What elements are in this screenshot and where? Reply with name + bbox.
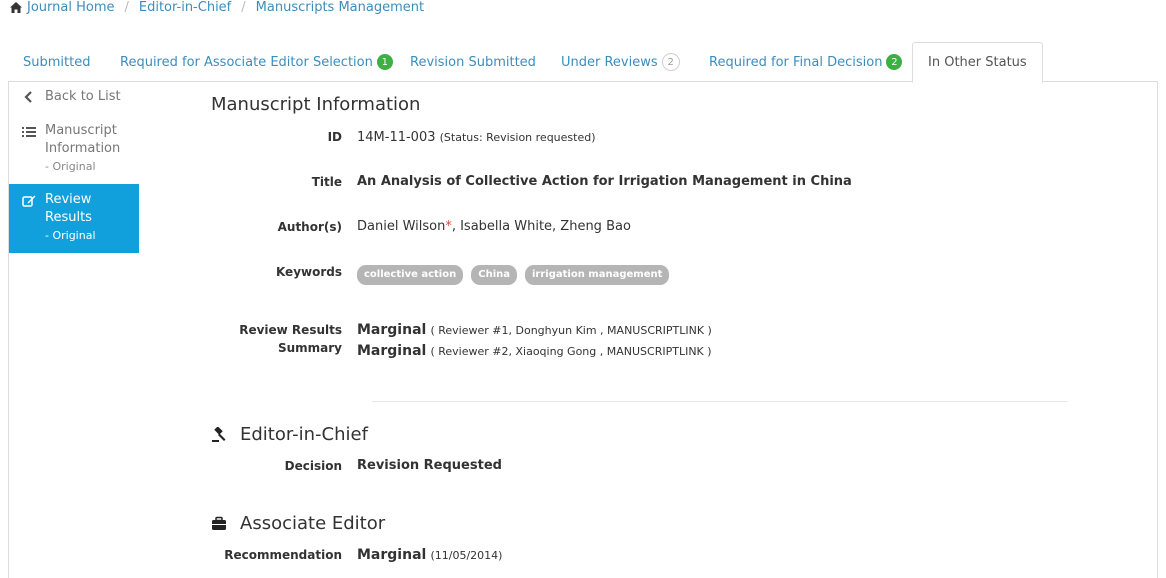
sidebar-item-review-results[interactable]: Review Results - Original xyxy=(9,184,139,253)
keyword-tag: collective action xyxy=(357,265,464,285)
tab-revision-submitted[interactable]: Revision Submitted xyxy=(410,42,536,82)
sidebar-item-manuscript-information[interactable]: Manuscript Information - Original xyxy=(9,114,139,184)
recommendation-result: Marginal xyxy=(357,547,427,563)
review-results-summary-label: Review Results Summary xyxy=(239,321,342,357)
sidebar-label: Review xyxy=(45,192,92,207)
briefcase-icon xyxy=(212,516,226,530)
review-result: Marginal xyxy=(357,343,427,359)
breadcrumb: Journal Home / Editor-in-Chief / Manuscr… xyxy=(10,0,424,16)
breadcrumb-manuscripts-management[interactable]: Manuscripts Management xyxy=(256,0,424,15)
breadcrumb-separator: / xyxy=(124,0,129,15)
manuscript-info-heading: Manuscript Information xyxy=(211,94,421,115)
status-tabs: Submitted Required for Associate Editor … xyxy=(8,42,1158,83)
sidebar-label: Information xyxy=(45,141,121,156)
review-result-row: Marginal ( Reviewer #2, Xiaoqing Gong , … xyxy=(357,341,712,362)
review-results-list: Marginal ( Reviewer #1, Donghyun Kim , M… xyxy=(357,320,712,362)
breadcrumb-separator: / xyxy=(241,0,246,15)
editor-in-chief-heading: Editor-in-Chief xyxy=(240,424,368,445)
list-icon xyxy=(22,127,36,137)
gavel-icon xyxy=(212,427,226,442)
sidebar-label: Results xyxy=(45,210,92,225)
keyword-tag: irrigation management xyxy=(525,265,670,285)
sidebar: Back to List Manuscript Information - Or… xyxy=(9,84,139,253)
authors-rest: , Isabella White, Zheng Bao xyxy=(451,219,631,234)
count-badge: 2 xyxy=(886,54,903,70)
count-badge: 1 xyxy=(376,54,393,70)
recommendation-date: (11/05/2014) xyxy=(430,549,503,562)
home-icon xyxy=(10,1,22,13)
sidebar-sublabel: - Original xyxy=(45,229,96,242)
manuscript-id: 14M-11-003 xyxy=(357,130,436,145)
authors-value: Daniel Wilson*, Isabella White, Zheng Ba… xyxy=(357,219,631,234)
tab-label: Under Reviews xyxy=(561,54,658,70)
count-badge: 2 xyxy=(661,53,680,71)
tab-in-other-status[interactable]: In Other Status xyxy=(912,42,1043,83)
review-result-row: Marginal ( Reviewer #1, Donghyun Kim , M… xyxy=(357,320,712,341)
tab-label: Required for Associate Editor Selection xyxy=(120,54,373,70)
review-detail: ( Reviewer #1, Donghyun Kim , MANUSCRIPT… xyxy=(430,324,712,337)
tab-required-for-final-decision[interactable]: Required for Final Decision 2 xyxy=(709,42,903,82)
keywords-list: collective action China irrigation managem… xyxy=(357,265,677,285)
decision-value: Revision Requested xyxy=(357,458,502,473)
keywords-label: Keywords xyxy=(275,265,342,279)
breadcrumb-journal-home[interactable]: Journal Home xyxy=(27,0,114,15)
associate-editor-heading: Associate Editor xyxy=(240,513,386,534)
edit-icon xyxy=(22,195,36,207)
review-result: Marginal xyxy=(357,322,427,338)
tab-label: Submitted xyxy=(23,54,91,70)
authors-label: Author(s) xyxy=(277,220,342,234)
title-value: An Analysis of Collective Action for Irr… xyxy=(357,174,852,189)
review-label-line: Review Results xyxy=(239,323,342,337)
sidebar-label: Manuscript xyxy=(45,123,117,138)
back-to-list-link[interactable]: Back to List xyxy=(9,84,139,114)
review-detail: ( Reviewer #2, Xiaoqing Gong , MANUSCRIP… xyxy=(430,345,712,358)
chevron-left-icon xyxy=(24,91,32,103)
tab-under-reviews[interactable]: Under Reviews 2 xyxy=(561,42,680,82)
recommendation-value: Marginal (11/05/2014) xyxy=(357,547,502,563)
back-label: Back to List xyxy=(45,89,121,104)
tab-label: In Other Status xyxy=(928,55,1027,70)
tab-submitted[interactable]: Submitted xyxy=(23,42,90,82)
id-label: ID xyxy=(327,130,342,144)
breadcrumb-editor-in-chief[interactable]: Editor-in-Chief xyxy=(139,0,231,15)
author-primary: Daniel Wilson xyxy=(357,219,446,234)
tab-required-for-associate-editor-selection[interactable]: Required for Associate Editor Selection … xyxy=(120,42,393,82)
manuscript-status: (Status: Revision requested) xyxy=(439,131,596,144)
tab-label: Revision Submitted xyxy=(410,54,536,70)
section-divider xyxy=(372,401,1067,402)
keyword-tag: China xyxy=(471,265,517,285)
tab-label: Required for Final Decision xyxy=(709,54,883,70)
sidebar-sublabel: - Original xyxy=(45,160,96,173)
id-value: 14M-11-003 (Status: Revision requested) xyxy=(357,130,596,145)
decision-label: Decision xyxy=(284,459,342,473)
review-label-line: Summary xyxy=(277,341,342,355)
recommendation-label: Recommendation xyxy=(224,548,342,562)
title-label: Title xyxy=(311,175,342,189)
